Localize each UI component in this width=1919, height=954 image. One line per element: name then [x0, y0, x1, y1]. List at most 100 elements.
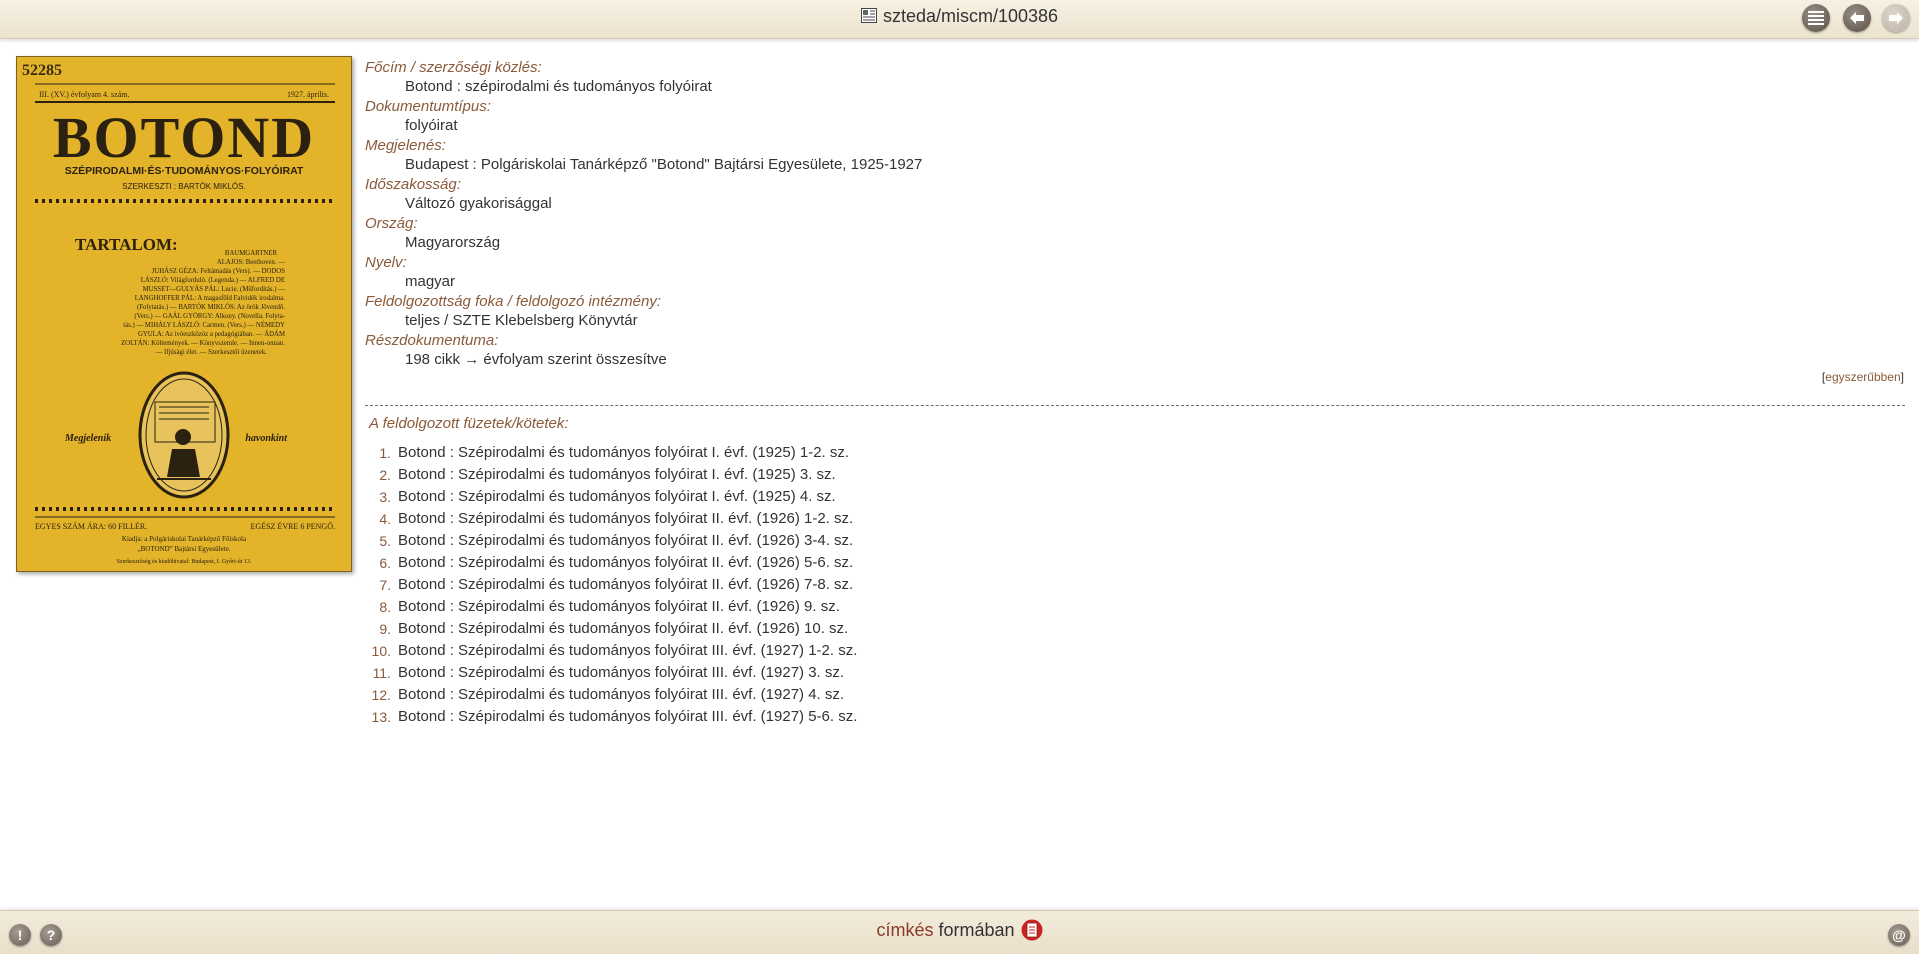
cover-contents-line: — Ifjúsági élet. — Szerkesztői üzenetek. [154, 349, 267, 356]
list-item[interactable]: 7. Botond : Szépirodalmi és tudományos fo… [365, 574, 857, 596]
cover-contents-heading: TARTALOM: [75, 235, 178, 254]
list-item[interactable]: 10. Botond : Szépirodalmi és tudományos f… [365, 640, 858, 662]
list-item[interactable]: 9. Botond : Szépirodalmi és tudományos fo… [365, 618, 857, 640]
record-id: szteda/miscm/100386 [882, 6, 1059, 26]
list-item-link[interactable]: Botond : Szépirodalmi és tudományos foly… [398, 686, 844, 703]
cover-contents-line: LÁSZLÓ: Világforduló. (Legenda.) — ALFRE… [141, 276, 285, 284]
at-icon: @ [1892, 927, 1906, 943]
cover-contents-line: BAUMGARTNER [225, 250, 278, 257]
list-item-number: 13. [371, 709, 391, 725]
list-item-link[interactable]: Botond : Szépirodalmi és tudományos foly… [398, 708, 857, 725]
field-label-frequency: Időszakosság: [365, 176, 461, 193]
record-details: Főcím / szerzőségi közlés: Botond : szép… [365, 58, 1905, 370]
list-item-link[interactable]: Botond : Szépirodalmi és tudományos foly… [398, 664, 844, 681]
list-item[interactable]: 6. Botond : Szépirodalmi és tudományos fo… [365, 552, 857, 574]
cover-publisher-1: Kiadja: a Polgáriskolai Tanárképző Főisk… [122, 535, 247, 543]
cover-topnumber: 52285 [22, 62, 62, 79]
simpler-view-link[interactable]: egyszerűbben [1825, 370, 1900, 384]
list-item-number: 5. [379, 533, 391, 549]
list-item-number: 7. [379, 577, 391, 593]
cover-subtitle: SZÉPIRODALMI·ÉS·TUDOMÁNYOS·FOLYÓIRAT [65, 164, 304, 177]
list-item-number: 1. [379, 445, 391, 461]
list-item-number: 6. [379, 555, 391, 571]
field-label-processing: Feldolgozottság foka / feldolgozó intézm… [365, 293, 662, 310]
cover-image[interactable]: 52285 III. (XV.) évfolyam 4. szám. 1927.… [16, 56, 352, 572]
page-title: szteda/miscm/100386 [0, 6, 1919, 27]
cover-price-left: EGYES SZÁM ÁRA: 60 FILLÉR. [35, 521, 147, 531]
list-item-link[interactable]: Botond : Szépirodalmi és tudományos foly… [398, 576, 853, 593]
list-item-number: 3. [379, 489, 391, 505]
bottom-bar: ! ? címkés formában @ [0, 910, 1919, 954]
cover-contents-line: JUHÁSZ GÉZA: Feltámadás (Vers). — DODOS [152, 267, 285, 275]
section-divider [365, 405, 1905, 406]
field-value-title: Botond : szépirodalmi és tudományos foly… [405, 78, 712, 95]
field-label-subdocuments: Részdokumentuma: [365, 332, 499, 349]
list-item-link[interactable]: Botond : Szépirodalmi és tudományos foly… [398, 554, 853, 571]
list-item[interactable]: 5. Botond : Szépirodalmi és tudományos fo… [365, 530, 857, 552]
list-item[interactable]: 12. Botond : Szépirodalmi és tudományos f… [365, 684, 857, 706]
field-value-publication: Budapest : Polgáriskolai Tanárképző "Bot… [405, 156, 923, 173]
field-value-language: magyar [405, 273, 456, 290]
arrow-left-icon [1850, 12, 1864, 24]
list-item-link[interactable]: Botond : Szépirodalmi és tudományos foly… [398, 510, 853, 527]
list-item[interactable]: 13. Botond : Szépirodalmi és tudományos f… [365, 706, 858, 728]
pdf-icon[interactable] [1021, 919, 1043, 941]
list-item[interactable]: 2. Botond : Szépirodalmi és tudományos fo… [365, 464, 857, 486]
cover-editor: SZERKESZTI : BARTÓK MIKLÓS. [122, 182, 245, 191]
list-item-number: 9. [379, 621, 391, 637]
arrow-right-icon [1889, 12, 1903, 24]
list-item[interactable]: 4. Botond : Szépirodalmi és tudományos fo… [365, 508, 857, 530]
field-label-doctype: Dokumentumtípus: [365, 98, 491, 115]
field-label-country: Ország: [365, 215, 418, 232]
list-item-number: 12. [371, 687, 391, 703]
list-item-link[interactable]: Botond : Szépirodalmi és tudományos foly… [398, 642, 857, 659]
list-item-link[interactable]: Botond : Szépirodalmi és tudományos foly… [398, 466, 836, 483]
cover-issue-right: 1927. április. [287, 90, 329, 99]
simpler-view-toggle: [egyszerűbben] [1822, 370, 1904, 384]
list-item-number: 2. [379, 467, 391, 483]
format-selector[interactable]: címkés formában [0, 919, 1919, 941]
field-value-frequency: Változó gyakorisággal [405, 195, 552, 212]
cover-contents-line: (Vers.) — GAÁL GYÖRGY: Alkony. (Novella.… [134, 312, 285, 320]
cover-contents-line: GYULA: Az ivóeszközöz a pedagógiában. — … [138, 330, 285, 338]
list-item-link[interactable]: Botond : Szépirodalmi és tudományos foly… [398, 620, 848, 637]
cover-publisher-3: Szerkesztőség és kiadóhivatal: Budapest,… [117, 559, 252, 565]
back-button[interactable] [1843, 4, 1871, 32]
list-icon [1808, 11, 1824, 25]
cover-contents-line: ALAJOS: Beethoven. — [217, 259, 285, 266]
field-value-processing: teljes / SZTE Klebelsberg Könyvtár [405, 312, 638, 329]
field-value-doctype: folyóirat [405, 117, 458, 134]
list-item-number: 4. [379, 511, 391, 527]
field-label-publication: Megjelenés: [365, 137, 446, 154]
list-item-link[interactable]: Botond : Szépirodalmi és tudományos foly… [398, 444, 849, 461]
list-item-link[interactable]: Botond : Szépirodalmi és tudományos foly… [398, 532, 853, 549]
list-item[interactable]: 11. Botond : Szépirodalmi és tudományos f… [365, 662, 857, 684]
list-item-link[interactable]: Botond : Szépirodalmi és tudományos foly… [398, 598, 840, 615]
cover-publisher-2: „BOTOND” Bajtársi Egyesülete. [138, 545, 231, 553]
cover-left-caption: Megjelenik [64, 433, 111, 444]
document-icon [860, 8, 877, 23]
format-rest: formában [938, 920, 1015, 940]
bracket-close: ] [1900, 370, 1904, 384]
list-item-number: 11. [372, 665, 391, 681]
field-value-subdocuments[interactable]: 198 cikk → évfolyam szerint összesítve [365, 350, 1905, 370]
cover-masthead: BOTOND [53, 105, 315, 170]
cover-contents-line: ZOLTÁN: Költemények. — Könyvszemle. — In… [121, 339, 285, 347]
cover-contents-line: tás.) — MIHÁLY LÁSZLÓ: Carmen. (Vers.) —… [123, 321, 285, 329]
list-item-number: 10. [371, 643, 391, 659]
cover-contents-line: MUSSET—GULYÁS PÁL: Lucie. (Műfordítás.) … [143, 285, 286, 293]
list-item[interactable]: 8. Botond : Szépirodalmi és tudományos fo… [365, 596, 857, 618]
cover-contents-line: LANGHOFFER PÁL: A magasföld Falvidék iro… [135, 294, 286, 302]
list-item-link[interactable]: Botond : Szépirodalmi és tudományos foly… [398, 488, 836, 505]
cover-illustration: 52285 III. (XV.) évfolyam 4. szám. 1927.… [17, 57, 351, 571]
list-item[interactable]: 3. Botond : Szépirodalmi és tudományos fo… [365, 486, 857, 508]
list-view-button[interactable] [1802, 4, 1830, 32]
issues-title: A feldolgozott füzetek/kötetek: [369, 415, 569, 432]
forward-button[interactable] [1882, 4, 1910, 32]
format-highlight[interactable]: címkés [876, 920, 933, 940]
list-item[interactable]: 1. Botond : Szépirodalmi és tudományos fo… [365, 442, 857, 464]
issues-list: 1. Botond : Szépirodalmi és tudományos fo… [365, 442, 858, 728]
field-label-language: Nyelv: [365, 254, 407, 271]
cover-right-caption: havonkint [245, 433, 288, 444]
contact-button[interactable]: @ [1888, 924, 1910, 946]
